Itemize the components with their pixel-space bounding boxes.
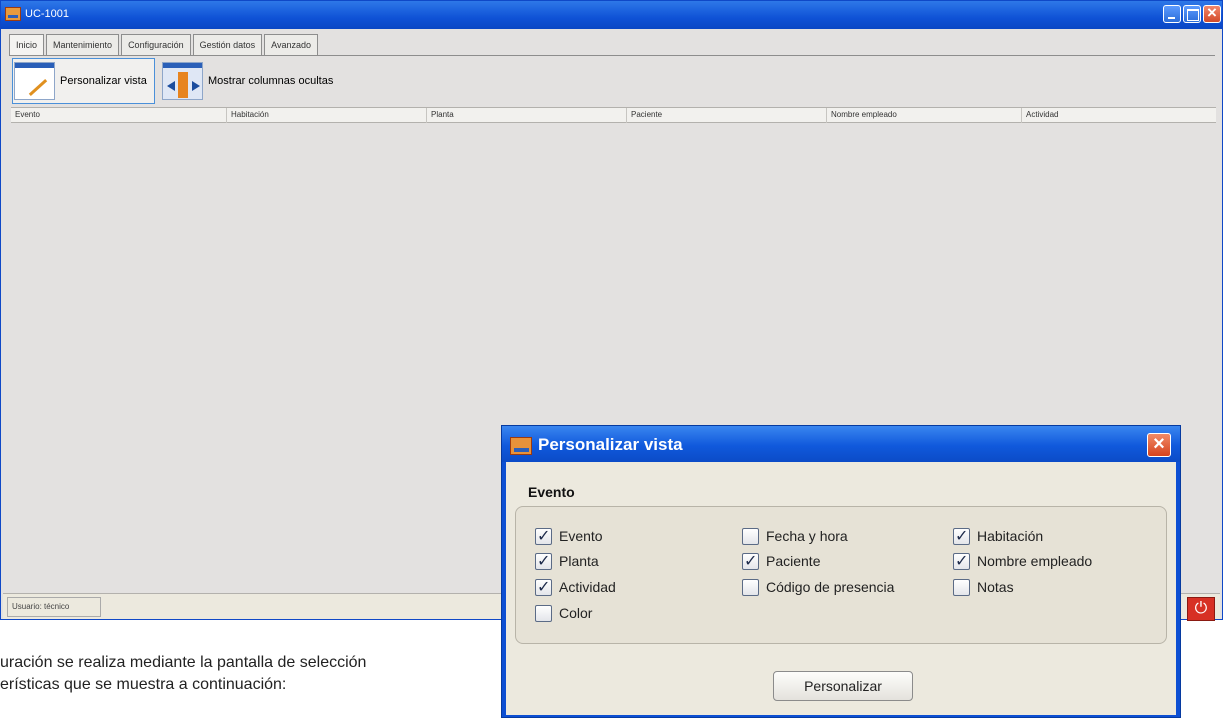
option-notas[interactable]: Notas	[953, 577, 1014, 597]
option-label: Nombre empleado	[977, 553, 1093, 569]
checkbox-checked[interactable]	[535, 577, 552, 596]
main-titlebar[interactable]: UC-1001	[1, 1, 1222, 29]
toolbar: Personalizar vista Mostrar columnas ocul…	[11, 58, 1216, 104]
column-header-evento[interactable]: Evento	[11, 108, 226, 123]
column-header-actividad[interactable]: Actividad	[1021, 108, 1216, 123]
tab-gestion-datos[interactable]: Gestión datos	[192, 34, 263, 55]
options-group: Evento Fecha y hora Habitación Planta Pa…	[515, 506, 1167, 644]
option-label: Planta	[559, 553, 599, 569]
table-header: Evento Habitación Planta Paciente Nombre…	[11, 107, 1216, 123]
column-header-nombre-empleado[interactable]: Nombre empleado	[826, 108, 1021, 123]
group-title: Evento	[528, 484, 575, 500]
columns-icon	[162, 62, 203, 100]
option-planta[interactable]: Planta	[535, 551, 599, 571]
option-habitacion[interactable]: Habitación	[953, 526, 1043, 546]
column-header-planta[interactable]: Planta	[426, 108, 626, 123]
option-actividad[interactable]: Actividad	[535, 577, 616, 597]
checkbox-checked[interactable]	[535, 551, 552, 570]
column-header-habitacion[interactable]: Habitación	[226, 108, 426, 123]
show-hidden-columns-label: Mostrar columnas ocultas	[208, 75, 334, 87]
show-hidden-columns-button[interactable]: Mostrar columnas ocultas	[161, 58, 381, 104]
tab-avanzado[interactable]: Avanzado	[264, 34, 319, 55]
checkbox-unchecked[interactable]	[742, 578, 759, 596]
dialog-title: Personalizar vista	[538, 435, 683, 454]
option-fecha-hora[interactable]: Fecha y hora	[742, 526, 848, 546]
power-button[interactable]: ⏻	[1187, 597, 1215, 621]
power-icon: ⏻	[1194, 600, 1208, 617]
option-label: Evento	[559, 528, 603, 544]
checkbox-unchecked[interactable]	[953, 578, 970, 596]
checkbox-checked[interactable]	[535, 526, 552, 545]
dialog-close-button[interactable]: ×	[1147, 433, 1171, 457]
option-label: Paciente	[766, 553, 821, 569]
status-user: Usuario: técnico	[7, 597, 101, 617]
tab-mantenimiento[interactable]: Mantenimiento	[46, 34, 120, 55]
pencil-icon	[14, 62, 55, 100]
option-paciente[interactable]: Paciente	[742, 551, 820, 571]
checkbox-unchecked[interactable]	[742, 527, 759, 545]
customize-view-label: Personalizar vista	[60, 75, 147, 87]
minimize-button[interactable]	[1163, 5, 1181, 23]
customize-view-dialog: Personalizar vista × Evento Evento Fecha…	[501, 425, 1181, 718]
maximize-button[interactable]	[1183, 5, 1201, 23]
option-color[interactable]: Color	[535, 603, 592, 623]
dialog-body: Evento Evento Fecha y hora Habitación Pl…	[506, 462, 1176, 715]
option-evento[interactable]: Evento	[535, 526, 603, 546]
checkbox-unchecked[interactable]	[535, 604, 552, 622]
customize-view-button[interactable]: Personalizar vista	[12, 58, 155, 104]
arrow-left-icon	[167, 81, 175, 91]
checkbox-checked[interactable]	[742, 551, 759, 570]
option-codigo-presencia[interactable]: Código de presencia	[742, 577, 894, 597]
app-icon	[5, 7, 21, 21]
caption-line-2: erísticas que se muestra a continuación:	[0, 676, 287, 693]
option-label: Color	[559, 605, 593, 621]
tab-configuracion[interactable]: Configuración	[121, 34, 191, 55]
tab-bar: Inicio Mantenimiento Configuración Gesti…	[9, 34, 320, 56]
tab-inicio[interactable]: Inicio	[9, 34, 45, 55]
arrow-right-icon	[192, 81, 200, 91]
option-label: Notas	[977, 579, 1014, 595]
option-nombre-empleado[interactable]: Nombre empleado	[953, 551, 1092, 571]
checkbox-checked[interactable]	[953, 526, 970, 545]
customize-button[interactable]: Personalizar	[773, 671, 913, 701]
option-label: Código de presencia	[766, 579, 895, 595]
caption-line-1: uración se realiza mediante la pantalla …	[0, 654, 367, 671]
tab-divider	[9, 55, 1215, 56]
checkbox-checked[interactable]	[953, 551, 970, 570]
option-label: Actividad	[559, 579, 616, 595]
option-label: Habitación	[977, 528, 1044, 544]
window-title: UC-1001	[25, 8, 70, 20]
app-icon	[510, 437, 532, 455]
dialog-titlebar[interactable]: Personalizar vista ×	[502, 426, 1180, 462]
close-button[interactable]	[1203, 3, 1221, 23]
option-label: Fecha y hora	[766, 528, 848, 544]
column-header-paciente[interactable]: Paciente	[626, 108, 826, 123]
